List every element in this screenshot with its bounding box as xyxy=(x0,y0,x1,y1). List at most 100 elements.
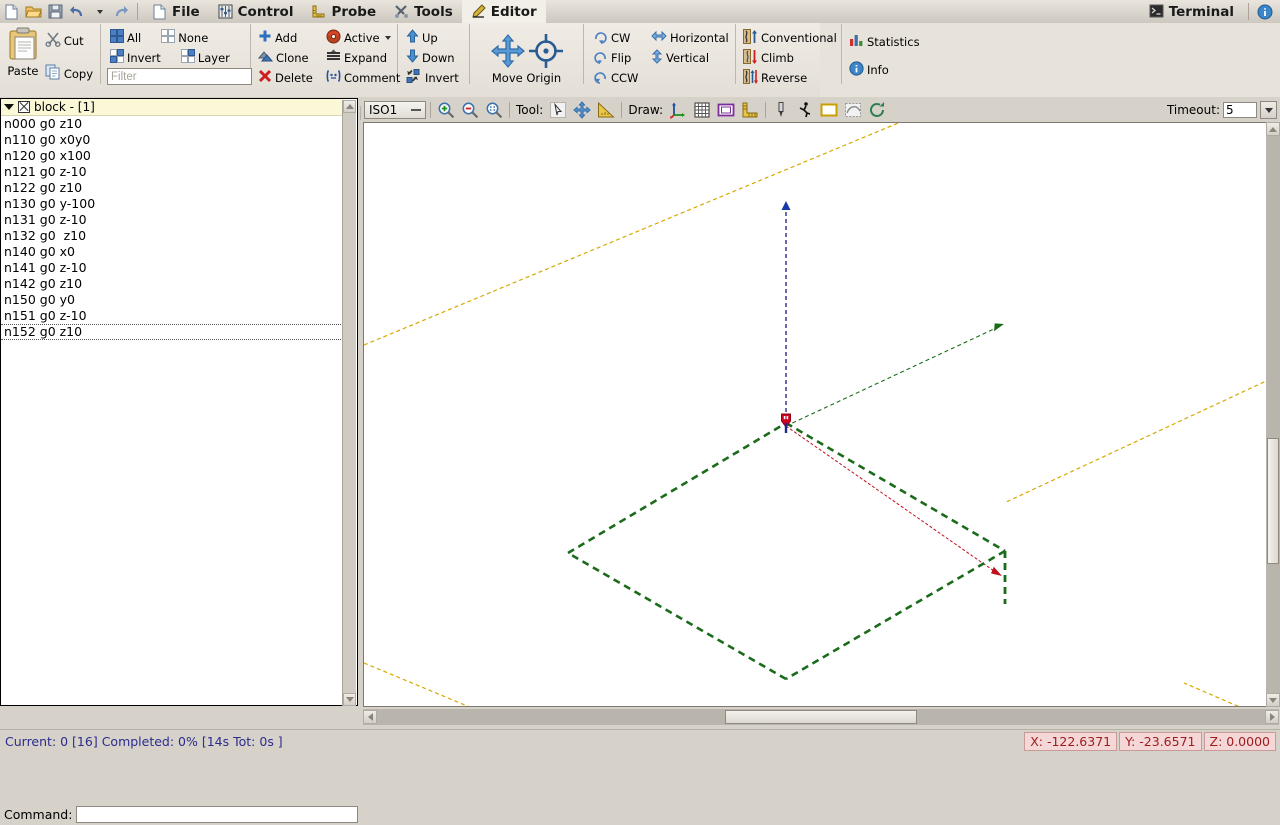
active-button[interactable]: Active xyxy=(323,28,394,47)
ribbon-group-route: Conventional Climb Reverse xyxy=(736,23,841,87)
gcode-line[interactable]: n000 g0 z10 xyxy=(1,116,345,132)
gcode-line[interactable]: n151 g0 z-10 xyxy=(1,308,345,324)
viewport-horizontal-scrollbar[interactable] xyxy=(363,709,1279,725)
active-caret-icon[interactable] xyxy=(384,35,391,40)
save-icon[interactable] xyxy=(44,1,66,22)
chevron-down-icon[interactable] xyxy=(4,104,14,110)
menu-probe[interactable]: Probe xyxy=(302,0,385,23)
timeout-dropdown-icon[interactable] xyxy=(1260,101,1277,119)
new-file-icon[interactable] xyxy=(0,1,22,22)
scroll-track[interactable] xyxy=(343,113,356,693)
margin-button[interactable] xyxy=(715,100,737,120)
paths-button[interactable] xyxy=(842,100,864,120)
view-select-dropdown-icon[interactable] xyxy=(411,109,421,111)
gcode-line[interactable]: n150 g0 y0 xyxy=(1,292,345,308)
axes-button[interactable] xyxy=(667,100,689,120)
info-icon[interactable] xyxy=(1254,1,1276,22)
scroll-up-button[interactable] xyxy=(343,100,356,113)
add-button[interactable]: Add xyxy=(255,28,323,47)
order-up-button[interactable]: Up xyxy=(403,28,462,47)
rotate-ccw-button[interactable]: CCW xyxy=(590,68,648,87)
origin-target-icon[interactable] xyxy=(528,33,564,72)
gcode-vertical-scrollbar[interactable] xyxy=(342,100,356,706)
flip-vertical-button[interactable]: Vertical xyxy=(648,48,712,67)
gcode-line[interactable]: n122 g0 z10 xyxy=(1,180,345,196)
grid-button[interactable] xyxy=(691,100,713,120)
undo-icon[interactable] xyxy=(66,1,88,22)
gcode-line-selected[interactable]: n152 g0 z10 xyxy=(1,324,345,340)
dimension-button[interactable] xyxy=(739,100,761,120)
probe-button[interactable] xyxy=(770,100,792,120)
block-enable-checkbox[interactable] xyxy=(18,101,30,113)
terminal-tab[interactable]: Terminal xyxy=(1140,0,1243,23)
undo-dropdown-icon[interactable] xyxy=(88,1,110,22)
status-bar: Current: 0 [16] Completed: 0% [14s Tot: … xyxy=(0,729,1280,753)
expand-button[interactable]: Expand xyxy=(323,48,390,67)
info-button[interactable]: Info xyxy=(846,60,923,79)
flip-horizontal-button[interactable]: Horizontal xyxy=(648,28,732,47)
gcode-line[interactable]: n131 g0 z-10 xyxy=(1,212,345,228)
gcode-line[interactable]: n142 g0 z10 xyxy=(1,276,345,292)
gcode-line[interactable]: n110 g0 x0y0 xyxy=(1,132,345,148)
gcode-list[interactable]: block - [1] n000 g0 z10 n110 g0 x0y0 n12… xyxy=(0,98,358,706)
filter-input[interactable] xyxy=(107,68,252,85)
workarea-button[interactable] xyxy=(818,100,840,120)
menu-editor[interactable]: Editor xyxy=(461,0,546,23)
select-invert-button[interactable]: Invert xyxy=(107,48,164,67)
move-origin-label: Move Origin xyxy=(491,70,562,85)
viewport-vscroll-thumb[interactable] xyxy=(1267,438,1279,564)
gcode-line[interactable]: n140 g0 x0 xyxy=(1,244,345,260)
viewport-scroll-down-button[interactable] xyxy=(1266,693,1280,707)
delete-button[interactable]: Delete xyxy=(255,68,323,87)
3d-viewport[interactable] xyxy=(363,122,1278,707)
select-layer-button[interactable]: Layer xyxy=(178,48,233,67)
camera-button[interactable] xyxy=(866,100,888,120)
gcode-line[interactable]: n141 g0 z-10 xyxy=(1,260,345,276)
menu-control[interactable]: Control xyxy=(209,0,303,23)
order-invert-button[interactable]: Invert xyxy=(403,68,462,87)
gcode-line[interactable]: n120 g0 x100 xyxy=(1,148,345,164)
copy-button[interactable]: Copy xyxy=(42,64,96,83)
y-axis-line xyxy=(785,327,997,427)
reverse-button[interactable]: Reverse xyxy=(740,68,840,87)
command-input[interactable] xyxy=(76,806,358,823)
viewport-hscroll-thumb[interactable] xyxy=(725,710,917,724)
select-all-button[interactable]: All xyxy=(107,28,144,47)
zoom-out-button[interactable] xyxy=(459,100,481,120)
statistics-button[interactable]: Statistics xyxy=(846,32,923,51)
viewport-scroll-up-button[interactable] xyxy=(1266,122,1280,136)
select-none-button[interactable]: None xyxy=(158,28,211,47)
pan-move-button[interactable] xyxy=(571,100,593,120)
rotate-cw-button[interactable]: CW xyxy=(590,28,648,47)
climb-button[interactable]: Climb xyxy=(740,48,840,67)
copy-label: Copy xyxy=(63,66,93,81)
order-down-button[interactable]: Down xyxy=(403,48,462,67)
scroll-down-button[interactable] xyxy=(343,693,356,706)
cursor-select-button[interactable] xyxy=(547,100,569,120)
move-arrows-icon[interactable] xyxy=(490,33,526,72)
viewport-scroll-left-button[interactable] xyxy=(363,710,377,724)
gcode-line[interactable]: n121 g0 z-10 xyxy=(1,164,345,180)
rapid-path-button[interactable] xyxy=(794,100,816,120)
gcode-line[interactable]: n132 g0 z10 xyxy=(1,228,345,244)
cursor-select-icon xyxy=(550,102,567,118)
zoom-fit-button[interactable] xyxy=(483,100,505,120)
comment-button[interactable]: Comment xyxy=(323,68,403,87)
viewport-vertical-scrollbar[interactable] xyxy=(1266,122,1280,707)
redo-icon[interactable] xyxy=(110,1,132,22)
gcode-line[interactable]: n130 g0 y-100 xyxy=(1,196,345,212)
view-select[interactable]: ISO1 xyxy=(364,101,426,119)
zoom-in-button[interactable] xyxy=(435,100,457,120)
viewport-scroll-right-button[interactable] xyxy=(1265,710,1279,724)
paste-button[interactable]: Paste xyxy=(4,25,42,78)
open-folder-icon[interactable] xyxy=(22,1,44,22)
conventional-button[interactable]: Conventional xyxy=(740,28,840,47)
clone-button[interactable]: Clone xyxy=(255,48,323,67)
menu-file[interactable]: File xyxy=(143,0,209,23)
ruler-measure-button[interactable] xyxy=(595,100,617,120)
block-header[interactable]: block - [1] xyxy=(1,99,345,116)
flip-button[interactable]: Flip xyxy=(590,48,648,67)
menu-tools[interactable]: Tools xyxy=(385,0,462,23)
timeout-value[interactable]: 5 xyxy=(1223,102,1257,118)
cut-button[interactable]: Cut xyxy=(42,31,96,50)
